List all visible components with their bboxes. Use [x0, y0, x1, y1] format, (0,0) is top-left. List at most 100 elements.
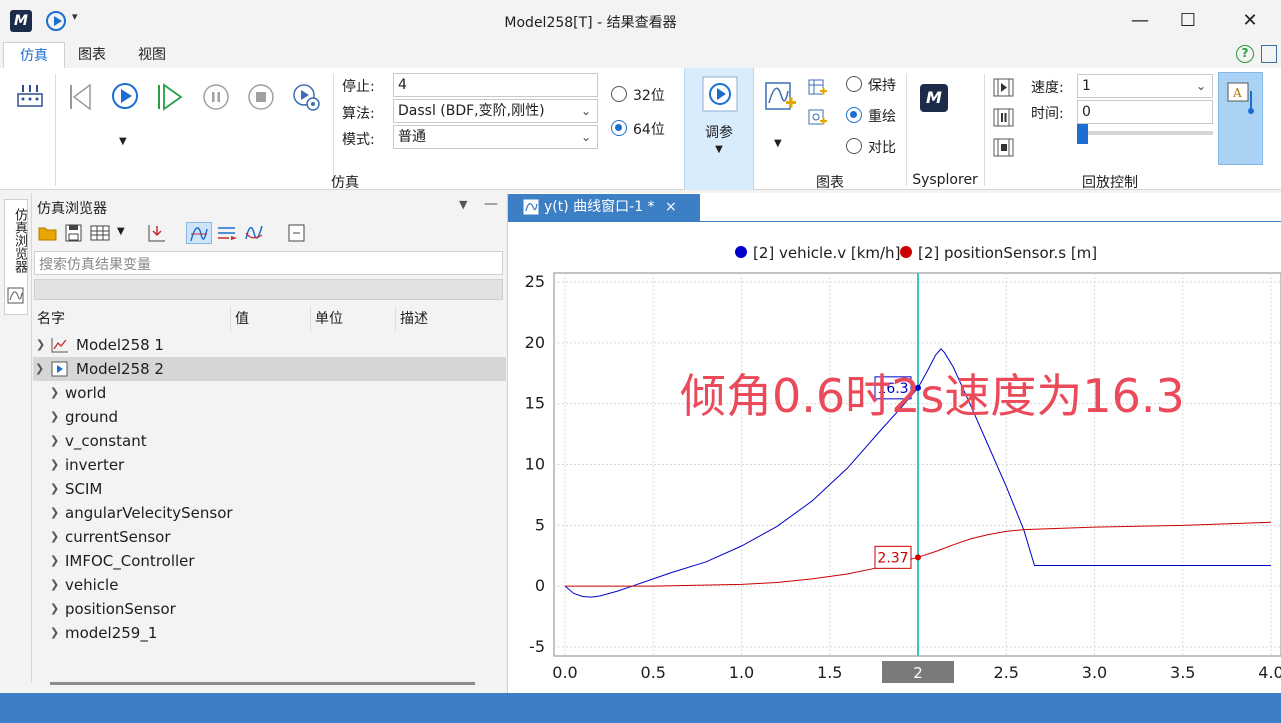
tree-row-child[interactable]: ❯ inverter [33, 453, 506, 477]
play-frame-icon[interactable] [993, 78, 1015, 98]
step-forward-icon[interactable] [155, 82, 185, 112]
chevron-right-icon[interactable]: ❯ [50, 405, 59, 429]
pause-icon[interactable] [201, 82, 231, 112]
side-tab-strip: 仿真浏览器 [0, 193, 32, 683]
chevron-right-icon[interactable]: ❯ [50, 573, 59, 597]
tree-row-child[interactable]: ❯ world [33, 381, 506, 405]
stop-frame-icon[interactable] [993, 138, 1015, 158]
playback-slider-thumb[interactable] [1077, 124, 1088, 144]
open-folder-icon[interactable] [38, 224, 58, 242]
table-add-icon[interactable] [808, 78, 828, 98]
chevron-right-icon[interactable]: ❯ [50, 621, 59, 645]
tree-label: positionSensor [65, 600, 176, 618]
tab-simulation[interactable]: 仿真 [3, 42, 65, 68]
radio-32bit[interactable] [611, 86, 627, 102]
export-dropdown-icon[interactable]: ▼ [117, 226, 125, 237]
tree-row-child[interactable]: ❯ IMFOC_Controller [33, 549, 506, 573]
playback-slider-track[interactable] [1079, 131, 1213, 135]
tab-view[interactable]: 视图 [122, 42, 182, 68]
curve-mode-button[interactable] [186, 222, 212, 244]
chevron-right-icon[interactable]: ❯ [50, 597, 59, 621]
chevron-right-icon[interactable]: ❯ [50, 477, 59, 501]
curve-window-icon[interactable] [7, 287, 25, 305]
curve-mode-icon [190, 227, 208, 242]
tune-button[interactable]: 调参 ▼ [684, 68, 754, 190]
run-dropdown-icon[interactable]: ▼ [119, 136, 127, 147]
animation-toggle-button[interactable]: A [1218, 72, 1263, 165]
redraw-label: 重绘 [868, 109, 896, 125]
step-back-icon[interactable] [66, 82, 96, 112]
chevron-right-icon[interactable]: ❯ [50, 381, 59, 405]
lines-icon[interactable] [217, 224, 239, 242]
group-label-sim: 仿真 [331, 175, 359, 191]
panel-menu-icon[interactable]: ▼ [459, 198, 467, 211]
radio-redraw[interactable] [846, 107, 862, 123]
close-button[interactable]: ✕ [1227, 6, 1273, 36]
chevron-right-icon[interactable]: ❯ [50, 429, 59, 453]
table-export-icon[interactable] [90, 224, 112, 242]
sim-settings-icon[interactable] [291, 82, 323, 114]
tree-row-child[interactable]: ❯ positionSensor [33, 597, 506, 621]
setup-grid-icon[interactable] [16, 82, 44, 110]
pause-frame-icon[interactable] [993, 108, 1015, 128]
tree-row-child[interactable]: ❯ ground [33, 405, 506, 429]
algorithm-value: Dassl (BDF,变阶,刚性) [398, 103, 545, 119]
tree-row-model258-2[interactable]: ❯ Model258 2 [33, 357, 506, 381]
tree-row-model258-1[interactable]: ❯ Model258 1 [33, 333, 506, 357]
mode-select[interactable]: 普通 ⌄ [393, 125, 598, 149]
curve-window-icon [523, 199, 539, 215]
run-icon[interactable] [110, 81, 140, 111]
tree-row-child[interactable]: ❯ model259_1 [33, 621, 506, 645]
tab-close-icon[interactable]: × [665, 199, 677, 215]
sysplorer-logo-icon[interactable]: M [920, 84, 948, 112]
tab-chart[interactable]: 图表 [62, 42, 122, 68]
line-chart[interactable]: -505101520250.0 0.5 1.0 1.5 2.5 3.0 3.5 4.0216.… [508, 222, 1281, 693]
pin-ribbon-icon[interactable] [1261, 45, 1277, 63]
new-curve-window-icon[interactable] [764, 81, 798, 115]
minimize-button[interactable]: — [1117, 6, 1163, 36]
speed-select[interactable]: 1 ⌄ [1077, 74, 1213, 98]
tune-label: 调参 [705, 125, 733, 141]
chevron-right-icon[interactable]: ❯ [50, 453, 59, 477]
maximize-button[interactable]: ☐ [1165, 6, 1211, 36]
tree-children: ❯ world ❯ ground ❯ v_constant ❯ inverter ❯ SCIM ❯ a… [33, 381, 506, 645]
time-input[interactable]: 0 [1077, 100, 1213, 124]
curve-window-tab[interactable]: y(t) 曲线窗口-1 * × [508, 194, 700, 221]
algorithm-select[interactable]: Dassl (BDF,变阶,刚性) ⌄ [393, 99, 598, 123]
help-icon[interactable]: ? [1236, 45, 1254, 63]
panel-minimize-icon[interactable]: — [484, 196, 498, 212]
tree-row-child[interactable]: ❯ currentSensor [33, 525, 506, 549]
svg-text:A: A [1232, 86, 1242, 100]
chart-add-icon[interactable] [808, 108, 828, 128]
import-result-icon[interactable] [147, 223, 167, 243]
radio-compare[interactable] [846, 138, 862, 154]
column-header-value[interactable]: 值 [231, 306, 311, 332]
chevron-right-icon[interactable]: ❯ [36, 333, 45, 357]
group-label-sysplorer: Sysplorer [912, 172, 978, 188]
legend-marker-0 [735, 246, 747, 258]
curve-dropdown-icon[interactable]: ▼ [774, 138, 782, 149]
radio-keep[interactable] [846, 76, 862, 92]
chevron-right-icon[interactable]: ❯ [50, 549, 59, 573]
horizontal-scrollbar[interactable] [50, 682, 475, 685]
animation-text-icon: A [1227, 82, 1254, 114]
collapse-all-icon[interactable] [287, 224, 307, 242]
tree-row-child[interactable]: ❯ v_constant [33, 429, 506, 453]
column-header-description[interactable]: 描述 [396, 306, 506, 332]
tree-row-child[interactable]: ❯ SCIM [33, 477, 506, 501]
chevron-down-icon[interactable]: ❯ [35, 357, 44, 381]
filter-bar[interactable] [34, 279, 503, 300]
radio-64bit[interactable] [611, 120, 627, 136]
tree-label: SCIM [65, 480, 103, 498]
stop-icon[interactable] [246, 82, 276, 112]
tree-row-child[interactable]: ❯ angularVelecitySensor [33, 501, 506, 525]
column-header-unit[interactable]: 单位 [311, 306, 396, 332]
chevron-right-icon[interactable]: ❯ [50, 501, 59, 525]
chevron-right-icon[interactable]: ❯ [50, 525, 59, 549]
variable-search-input[interactable]: 搜索仿真结果变量 [34, 251, 503, 275]
column-header-name[interactable]: 名字 [33, 306, 231, 332]
tree-row-child[interactable]: ❯ vehicle [33, 573, 506, 597]
stop-time-input[interactable]: 4 [393, 73, 598, 97]
save-icon[interactable] [64, 224, 84, 242]
wave-icon[interactable] [244, 223, 266, 243]
